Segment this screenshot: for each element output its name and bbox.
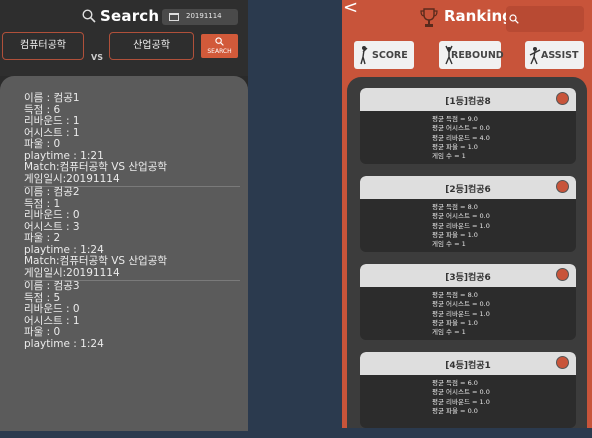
basketball-icon	[556, 268, 569, 281]
player-foul: 파울 : 2	[24, 232, 61, 244]
ranking-list[interactable]: [1등]컴공8 평균 득점 = 9.0 평균 어시스트 = 0.0 평균 리바운…	[347, 77, 587, 428]
ranking-screen: < Ranking SCORE REBOUND ASSIST [1등]컴공8 평…	[342, 0, 592, 428]
rank-title: [1등]컴공8	[445, 97, 491, 107]
player-rebound: 리바운드 : 1	[24, 115, 80, 127]
list-item: 이름 : 컴공2 득점 : 1 리바운드 : 0 어시스트 : 3 파울 : 2…	[24, 186, 240, 281]
search-input[interactable]	[506, 6, 584, 32]
assist-sort-button[interactable]: ASSIST	[525, 41, 584, 69]
result-panel[interactable]: 이름 : 컴공1 득점 : 6 리바운드 : 1 어시스트 : 1 파울 : 0…	[0, 76, 248, 431]
game-count: 게임 수 = 1	[432, 152, 466, 161]
ranking-card-header: [2등]컴공6	[360, 176, 576, 199]
ranking-card-header: [3등]컴공6	[360, 264, 576, 287]
list-item: 이름 : 컴공1 득점 : 6 리바운드 : 1 어시스트 : 1 파울 : 0…	[24, 92, 240, 187]
player-rebound: 리바운드 : 0	[24, 303, 80, 315]
search-button-label: SEARCH	[207, 48, 232, 55]
team1-selector[interactable]: 컴퓨터공학	[2, 32, 84, 60]
date-picker[interactable]: 20191114	[162, 9, 238, 25]
avg-score: 평균 득점 = 9.0	[432, 115, 478, 123]
player-name: 이름 : 컴공3	[24, 280, 80, 292]
player-rebound: 리바운드 : 0	[24, 209, 80, 221]
player-foul: 파울 : 0	[24, 138, 61, 150]
player-name: 이름 : 컴공2	[24, 186, 80, 198]
game-count: 게임 수 = 1	[432, 240, 466, 249]
avg-foul: 평균 파울 = 1.0	[432, 318, 478, 327]
back-button[interactable]: <	[343, 0, 358, 18]
avg-rebound: 평균 리바운드 = 1.0	[432, 397, 490, 406]
ranking-card[interactable]: [2등]컴공6 평균 득점 = 8.0 평균 어시스트 = 0.0 평균 리바운…	[360, 176, 576, 252]
page-title: Search	[100, 7, 160, 25]
basketball-icon	[556, 180, 569, 193]
rank-stats: 평균 득점 = 8.0 평균 어시스트 = 0.0 평균 리바운드 = 1.0 …	[432, 203, 490, 249]
player-playtime: playtime : 1:24	[24, 337, 104, 350]
team2-selector[interactable]: 산업공학	[109, 32, 194, 60]
avg-assist: 평균 어시스트 = 0.0	[432, 124, 490, 133]
desktop-background	[0, 431, 592, 438]
calendar-icon	[169, 13, 179, 21]
rank-stats: 평균 득점 = 8.0 평균 어시스트 = 0.0 평균 리바운드 = 1.0 …	[432, 291, 490, 337]
match-info: Match:컴퓨터공학 VS 산업공학	[24, 255, 168, 267]
search-header: Search 20191114 컴퓨터공학 VS 산업공학 SEARCH	[0, 0, 248, 76]
basketball-icon	[556, 356, 569, 369]
search-icon	[509, 14, 519, 24]
score-sort-button[interactable]: SCORE	[354, 41, 414, 69]
rebound-button-label: REBOUND	[451, 50, 504, 61]
avg-score: 평균 득점 = 8.0	[432, 203, 478, 211]
basketball-player-icon	[529, 47, 541, 65]
player-foul: 파울 : 0	[24, 326, 61, 338]
search-screen: Search 20191114 컴퓨터공학 VS 산업공학 SEARCH 이름 …	[0, 0, 248, 431]
ranking-card-header: [4등]컴공1	[360, 352, 576, 375]
avg-foul: 평균 파울 = 1.0	[432, 230, 478, 239]
game-count: 게임 수 = 1	[432, 328, 466, 337]
ranking-card-header: [1등]컴공8	[360, 88, 576, 111]
avg-assist: 평균 어시스트 = 0.0	[432, 388, 490, 397]
ranking-card[interactable]: [3등]컴공6 평균 득점 = 8.0 평균 어시스트 = 0.0 평균 리바운…	[360, 264, 576, 340]
score-button-label: SCORE	[372, 50, 408, 61]
avg-score: 평균 득점 = 8.0	[432, 291, 478, 299]
search-button[interactable]: SEARCH	[201, 34, 238, 58]
avg-score: 평균 득점 = 6.0	[432, 379, 478, 387]
rank-title: [3등]컴공6	[445, 273, 491, 283]
assist-button-label: ASSIST	[541, 50, 579, 61]
result-list: 이름 : 컴공1 득점 : 6 리바운드 : 1 어시스트 : 1 파울 : 0…	[24, 92, 240, 350]
rank-title: [2등]컴공6	[445, 185, 491, 195]
avg-foul: 평균 파울 = 1.0	[432, 142, 478, 151]
avg-foul: 평균 파울 = 0.0	[432, 406, 478, 415]
date-value: 20191114	[186, 12, 222, 20]
search-icon	[82, 9, 96, 23]
avg-rebound: 평균 리바운드 = 4.0	[432, 133, 490, 142]
game-date: 게임일시:20191114	[24, 172, 120, 185]
basketball-icon	[556, 92, 569, 105]
player-name: 이름 : 컴공1	[24, 92, 80, 104]
avg-rebound: 평균 리바운드 = 1.0	[432, 221, 490, 230]
rank-stats: 평균 득점 = 6.0 평균 어시스트 = 0.0 평균 리바운드 = 1.0 …	[432, 379, 490, 416]
ranking-card[interactable]: [4등]컴공1 평균 득점 = 6.0 평균 어시스트 = 0.0 평균 리바운…	[360, 352, 576, 428]
match-info: Match:컴퓨터공학 VS 산업공학	[24, 161, 168, 173]
rank-stats: 평균 득점 = 9.0 평균 어시스트 = 0.0 평균 리바운드 = 4.0 …	[432, 115, 490, 161]
rebound-sort-button[interactable]: REBOUND	[439, 41, 504, 69]
avg-assist: 평균 어시스트 = 0.0	[432, 300, 490, 309]
trophy-icon	[420, 8, 438, 27]
list-item: 이름 : 컴공3 득점 : 5 리바운드 : 0 어시스트 : 1 파울 : 0…	[24, 280, 234, 350]
search-icon	[215, 37, 224, 46]
page-title: Ranking	[444, 7, 513, 25]
avg-assist: 평균 어시스트 = 0.0	[432, 212, 490, 221]
game-date: 게임일시:20191114	[24, 266, 120, 279]
basketball-player-icon	[360, 46, 368, 65]
avg-rebound: 평균 리바운드 = 1.0	[432, 309, 490, 318]
rank-title: [4등]컴공1	[445, 361, 491, 371]
vs-label: VS	[91, 53, 103, 62]
ranking-card[interactable]: [1등]컴공8 평균 득점 = 9.0 평균 어시스트 = 0.0 평균 리바운…	[360, 88, 576, 164]
